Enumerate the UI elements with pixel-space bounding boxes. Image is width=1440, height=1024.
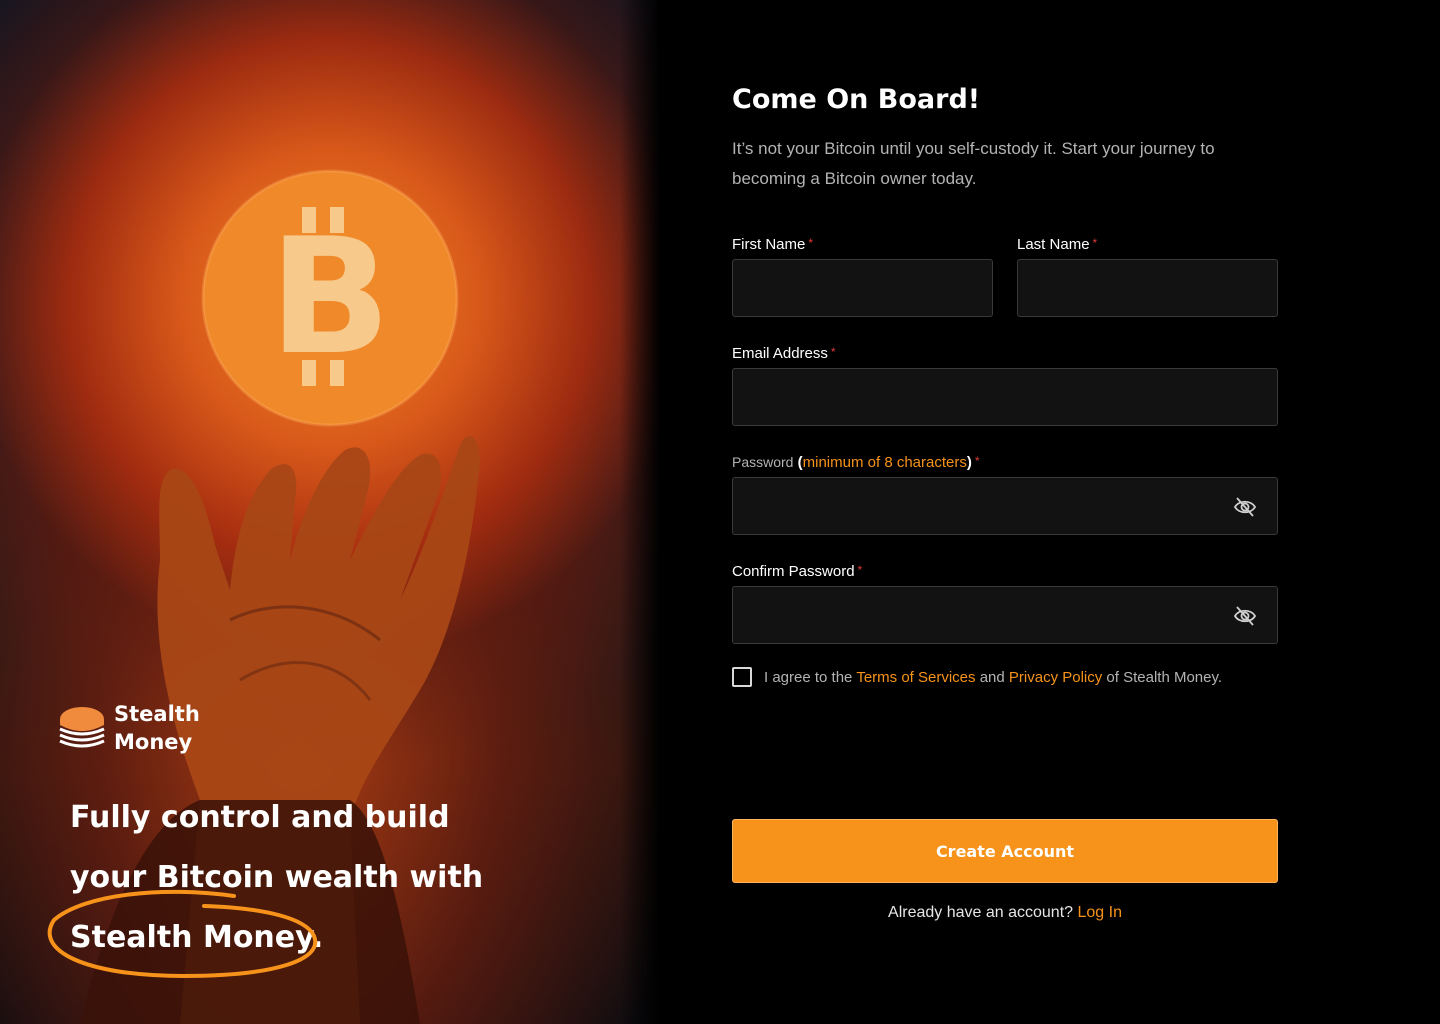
terms-prefix: I agree to the (764, 668, 853, 686)
last-name-field[interactable] (1017, 259, 1278, 317)
login-prompt: Already have an account? Log In (732, 904, 1278, 922)
confirm-password-label-text: Confirm Password (732, 563, 855, 580)
eye-slash-icon[interactable] (1233, 496, 1257, 518)
password-hint: minimum of 8 characters (802, 454, 967, 471)
required-marker: * (974, 454, 980, 468)
email-label: Email Address * (732, 345, 836, 362)
login-prompt-text: Already have an account? (888, 904, 1074, 921)
password-label-text: Password (732, 454, 794, 470)
terms-checkbox[interactable] (732, 667, 752, 687)
login-link[interactable]: Log In (1077, 904, 1121, 921)
highlight-circle (47, 889, 318, 979)
confirm-password-field[interactable] (732, 586, 1278, 644)
tagline-line1: Fully control and build (70, 800, 450, 835)
required-marker: * (1092, 236, 1098, 250)
page-subtitle: It’s not your Bitcoin until you self-cus… (732, 139, 1215, 188)
password-label: Password (minimum of 8 characters) * (732, 454, 980, 471)
password-field[interactable] (732, 477, 1278, 535)
brand-logo: Stealth Money (58, 700, 200, 756)
required-marker: * (808, 236, 814, 250)
last-name-label-text: Last Name (1017, 236, 1090, 253)
required-marker: * (857, 563, 863, 577)
confirm-password-label: Confirm Password * (732, 563, 862, 580)
hero-panel: B Stealth Money Fully control and build … (0, 0, 660, 1024)
last-name-label: Last Name * (1017, 236, 1097, 253)
email-label-text: Email Address (732, 345, 828, 362)
brand-name: Stealth Money (114, 700, 200, 756)
coin-stack-icon (59, 707, 105, 748)
eye-slash-icon[interactable] (1233, 605, 1257, 627)
terms-and: and (979, 668, 1005, 686)
required-marker: * (830, 345, 836, 359)
first-name-label: First Name * (732, 236, 813, 253)
brand-name-line2: Money (114, 730, 193, 754)
first-name-field[interactable] (732, 259, 993, 317)
brand-name-line1: Stealth (114, 702, 200, 726)
page-title: Come On Board! (732, 84, 981, 115)
password-hint-close: ) (966, 454, 972, 471)
terms-suffix: of Stealth Money. (1106, 668, 1223, 686)
create-account-button[interactable]: Create Account (732, 819, 1278, 883)
terms-agreement: I agree to the Terms of Services and Pri… (732, 667, 1222, 687)
first-name-label-text: First Name (732, 236, 806, 253)
privacy-policy-link[interactable]: Privacy Policy (1009, 669, 1102, 686)
email-field[interactable] (732, 368, 1278, 426)
terms-text: I agree to the Terms of Services and Pri… (764, 669, 1222, 686)
terms-of-service-link[interactable]: Terms of Services (856, 669, 975, 686)
